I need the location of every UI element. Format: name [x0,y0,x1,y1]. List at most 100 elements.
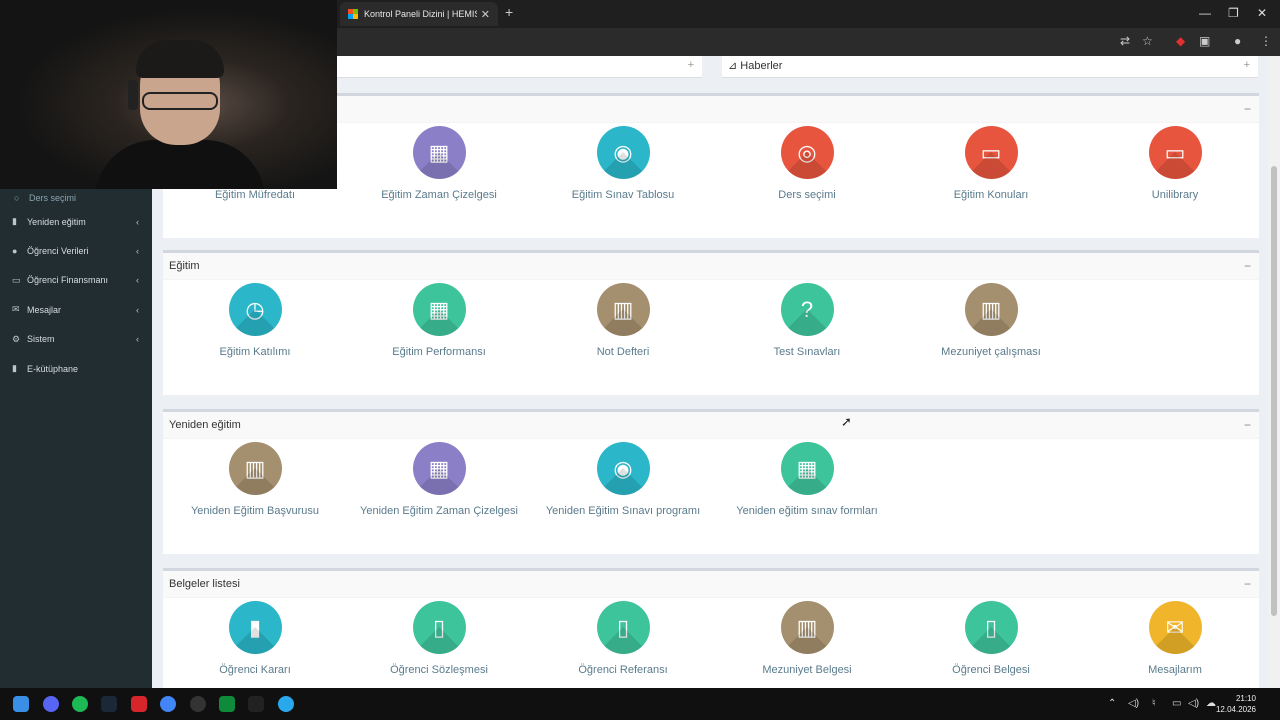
extension-icon[interactable]: ◆ [1176,34,1185,48]
translate-icon[interactable]: ⇄ [1120,34,1130,48]
extensions-puzzle-icon[interactable]: ▣ [1199,34,1210,48]
discord-icon[interactable] [43,696,59,712]
volume-icon[interactable]: ◁) [1188,698,1199,709]
sidebar-item-mesajlar[interactable]: ✉ Mesajlar ‹ [0,295,152,324]
tile-icon-circle: ▥ [228,442,282,495]
network-icon[interactable]: ▭ [1172,698,1181,709]
sidebar-item-label: Yeniden eğitim [27,216,86,227]
app-icon[interactable] [131,696,147,712]
expand-plus-icon[interactable]: + [688,59,694,71]
page-scrollbar[interactable] [1268,56,1280,688]
tile-icon-circle: ▥ [964,283,1018,336]
tile-icon-circle: ▯ [412,601,466,654]
dashboard-tile[interactable]: ▯ Öğrenci Referansı [531,601,715,676]
calendar-icon: ▦ [428,455,450,481]
tile-label: Eğitim Müfredatı [214,189,296,201]
presentation-icon: ▭ [980,139,1002,165]
tile-label: Öğrenci Referansı [578,664,668,676]
telegram-icon[interactable] [278,696,294,712]
start-icon[interactable] [13,696,29,712]
dashboard-tile[interactable]: ? Test Sınavları [715,283,899,358]
open-book-icon: ▥ [980,296,1002,322]
weather-icon[interactable]: ☁ [1206,698,1216,709]
sidebar-item-label: Ders seçimi [29,193,77,203]
tile-icon-circle: ? [780,283,834,336]
dashboard-tile[interactable]: ▦ Yeniden Eğitim Zaman Çizelgesi [347,442,531,517]
maximize-button[interactable]: ❐ [1228,6,1239,20]
expand-plus-icon[interactable]: + [1244,59,1250,71]
sidebar-item-yeniden-egitim[interactable]: ▮ Yeniden eğitim ‹ [0,207,152,236]
clock-icon: ◷ [245,296,265,322]
dashboard-tile[interactable]: ▭ Unilibrary [1083,126,1267,201]
top-box-left: + [337,56,702,78]
tile-icon-circle: ▭ [1148,126,1202,179]
sidebar-item-label: E-kütüphane [27,363,79,374]
tile-label: Öğrenci Belgesi [952,664,1030,676]
panel-header: Yeniden eğitim − [163,412,1259,439]
bookmark-star-icon[interactable]: ☆ [1142,34,1153,48]
launcher-icon[interactable] [219,696,235,712]
dashboard-tile[interactable]: ▥ Not Defteri [531,283,715,358]
dashboard-tile[interactable]: ◎ Ders seçimi [715,126,899,201]
dashboard-tile[interactable]: ▥ Mezuniyet Belgesi [715,601,899,676]
sidebar-item-ogrenci-verileri[interactable]: ● Öğrenci Verileri ‹ [0,236,152,265]
collapse-minus-icon[interactable]: − [1244,577,1251,591]
dashboard-tile[interactable]: ▥ Yeniden Eğitim Başvurusu [163,442,347,517]
clock-date: 12.04.2026 [1215,705,1256,714]
speaker-icon[interactable]: ◁) [1128,698,1139,709]
top-box-news: ⊿ Haberler + [722,56,1258,78]
scrollbar-thumb[interactable] [1271,166,1277,616]
epic-games-icon[interactable] [248,696,264,712]
dashboard-tile[interactable]: ▭ Eğitim Konuları [899,126,1083,201]
dashboard-tile[interactable]: ▯ Öğrenci Belgesi [899,601,1083,676]
window-close-button[interactable]: ✕ [1257,6,1267,20]
profile-avatar-icon[interactable]: ● [1234,34,1241,48]
tile-label: Yeniden Eğitim Zaman Çizelgesi [360,505,518,517]
dashboard-tile[interactable]: ◷ Eğitim Katılımı [163,283,347,358]
spotify-icon[interactable] [72,696,88,712]
dashboard-tile[interactable]: ▦ Eğitim Zaman Çizelgesi [347,126,531,201]
browser-menu-icon[interactable]: ⋮ [1260,34,1272,48]
panel-belgeler-listesi: Belgeler listesi − ▮ Öğrenci Kararı ▯ Öğren… [163,568,1259,688]
browser-tab[interactable]: Kontrol Paneli Dizini | HEMIS Ö ✕ [340,2,498,26]
dashboard-tile[interactable]: ◉ Eğitim Sınav Tablosu [531,126,715,201]
sidebar-item-ogrenci-finansmani[interactable]: ▭ Öğrenci Finansmanı ‹ [0,266,152,295]
chevron-left-icon: ‹ [136,216,139,227]
dashboard-tile[interactable]: ▦ Yeniden eğitim sınav formları [715,442,899,517]
dashboard-tile[interactable]: ✉ Mesajlarım [1083,601,1267,676]
notebook-icon: ▮ [248,614,262,640]
panel-egitim: Eğitim − ◷ Eğitim Katılımı ▦ Eğitim Perform… [163,250,1259,395]
collapse-minus-icon[interactable]: − [1244,102,1251,116]
tile-icon-circle: ▦ [412,126,466,179]
clock[interactable]: 21:10 12.04.2026 [1216,693,1256,715]
tab-close-icon[interactable]: ✕ [481,8,490,21]
steam-icon[interactable] [101,696,117,712]
tile-label: Test Sınavları [773,346,841,358]
taskbar: ⌃ ◁) ♮ ▭ ◁) ☁ 21:10 12.04.2026 [0,688,1280,720]
minimize-button[interactable]: — [1199,6,1211,20]
sidebar-item-sistem[interactable]: ⚙ Sistem ‹ [0,325,152,354]
collapse-minus-icon[interactable]: − [1244,259,1251,273]
new-tab-button[interactable]: + [505,4,513,20]
sidebar: ○ Ders seçimi ▮ Yeniden eğitim ‹ ● Öğren… [0,189,152,688]
tile-label: Yeniden Eğitim Başvurusu [190,505,319,517]
panel-yeniden-egitim: Yeniden eğitim − ▥ Yeniden Eğitim Başvuru… [163,409,1259,554]
chrome-icon[interactable] [160,696,176,712]
sidebar-item-ders-secimi[interactable]: ○ Ders seçimi [0,189,152,207]
obs-icon[interactable] [190,696,206,712]
money-icon: ▭ [12,274,21,285]
sidebar-item-e-kutuphane[interactable]: ▮ E-kütüphane [0,354,152,383]
dashboard-tile[interactable]: ◉ Yeniden Eğitim Sınavı programı [531,442,715,517]
dashboard-tile[interactable]: ▯ Öğrenci Sözleşmesi [347,601,531,676]
microphone-icon[interactable]: ♮ [1152,698,1156,709]
tile-icon-circle: ▮ [228,601,282,654]
tab-title: Kontrol Paneli Dizini | HEMIS Ö [364,9,477,19]
chevron-up-icon[interactable]: ⌃ [1108,698,1116,709]
tile-row: ▥ Yeniden Eğitim Başvurusu ▦ Yeniden Eğitim… [163,442,1259,552]
panel-title: Yeniden eğitim [169,419,241,431]
collapse-minus-icon[interactable]: − [1244,418,1251,432]
dashboard-tile[interactable]: ▦ Eğitim Performansı [347,283,531,358]
dashboard-tile[interactable]: ▮ Öğrenci Kararı [163,601,347,676]
tile-icon-circle: ◷ [228,283,282,336]
dashboard-tile[interactable]: ▥ Mezuniyet çalışması [899,283,1083,358]
